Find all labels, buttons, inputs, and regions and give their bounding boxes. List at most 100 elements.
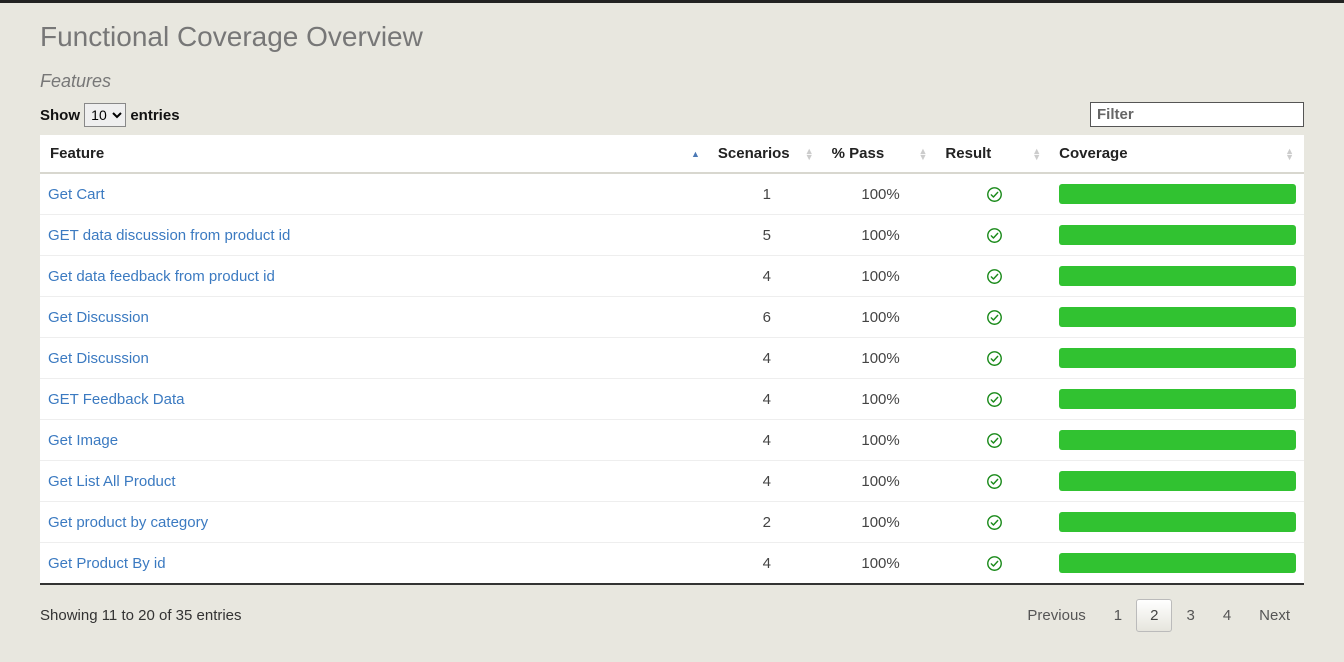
col-coverage[interactable]: Coverage ▲▼ xyxy=(1051,135,1304,173)
table-row: Get Cart1100% xyxy=(40,173,1304,215)
pagination-page-2[interactable]: 2 xyxy=(1136,599,1172,632)
result-cell xyxy=(937,215,1051,256)
feature-link[interactable]: Get Cart xyxy=(48,186,105,203)
feature-link[interactable]: Get Discussion xyxy=(48,309,149,326)
coverage-cell xyxy=(1051,338,1304,379)
pagination-next[interactable]: Next xyxy=(1245,599,1304,632)
check-circle-icon xyxy=(986,473,1003,490)
table-wrap: Feature ▲ Scenarios ▲▼ % Pass ▲▼ xyxy=(40,135,1304,585)
coverage-cell xyxy=(1051,502,1304,543)
sort-both-icon: ▲▼ xyxy=(1285,148,1294,160)
pass-cell: 100% xyxy=(824,502,938,543)
coverage-bar xyxy=(1059,430,1296,450)
check-circle-icon xyxy=(986,391,1003,408)
table-row: Get product by category2100% xyxy=(40,502,1304,543)
feature-cell: Get Product By id xyxy=(40,543,710,584)
pass-cell: 100% xyxy=(824,461,938,502)
coverage-cell xyxy=(1051,420,1304,461)
scenarios-cell: 4 xyxy=(710,379,824,420)
result-cell xyxy=(937,379,1051,420)
feature-link[interactable]: Get Discussion xyxy=(48,350,149,367)
feature-cell: Get product by category xyxy=(40,502,710,543)
controls-row: Show 10 entries xyxy=(40,102,1304,127)
table-row: Get Discussion6100% xyxy=(40,297,1304,338)
feature-cell: Get Discussion xyxy=(40,297,710,338)
pagination-page-3[interactable]: 3 xyxy=(1172,599,1208,632)
table-row: GET data discussion from product id 5100% xyxy=(40,215,1304,256)
main-container: Functional Coverage Overview Features Sh… xyxy=(0,3,1344,662)
pass-cell: 100% xyxy=(824,215,938,256)
coverage-bar xyxy=(1059,184,1296,204)
result-cell xyxy=(937,297,1051,338)
col-scenarios[interactable]: Scenarios ▲▼ xyxy=(710,135,824,173)
feature-link[interactable]: Get List All Product xyxy=(48,473,176,490)
page-title: Functional Coverage Overview xyxy=(40,21,1304,53)
check-circle-icon xyxy=(986,432,1003,449)
show-suffix: entries xyxy=(130,107,179,124)
coverage-bar xyxy=(1059,389,1296,409)
coverage-cell xyxy=(1051,173,1304,215)
pass-cell: 100% xyxy=(824,420,938,461)
filter-input[interactable] xyxy=(1090,102,1304,127)
pagination-page-1[interactable]: 1 xyxy=(1100,599,1136,632)
col-pass-label: % Pass xyxy=(832,145,885,162)
pagination-page-4[interactable]: 4 xyxy=(1209,599,1245,632)
check-circle-icon xyxy=(986,555,1003,572)
scenarios-cell: 4 xyxy=(710,338,824,379)
feature-cell: GET Feedback Data xyxy=(40,379,710,420)
check-circle-icon xyxy=(986,268,1003,285)
footer-row: Showing 11 to 20 of 35 entries Previous1… xyxy=(40,599,1304,632)
sort-both-icon: ▲▼ xyxy=(1032,148,1041,160)
scenarios-cell: 4 xyxy=(710,256,824,297)
col-pass[interactable]: % Pass ▲▼ xyxy=(824,135,938,173)
feature-link[interactable]: Get Product By id xyxy=(48,555,166,572)
coverage-bar xyxy=(1059,307,1296,327)
feature-link[interactable]: Get Image xyxy=(48,432,118,449)
scenarios-cell: 4 xyxy=(710,543,824,584)
feature-link[interactable]: Get data feedback from product id xyxy=(48,268,275,285)
coverage-cell xyxy=(1051,379,1304,420)
filter-box xyxy=(1090,102,1304,127)
result-cell xyxy=(937,502,1051,543)
feature-cell: GET data discussion from product id xyxy=(40,215,710,256)
feature-cell: Get Cart xyxy=(40,173,710,215)
table-row: Get Image 4100% xyxy=(40,420,1304,461)
scenarios-cell: 5 xyxy=(710,215,824,256)
scenarios-cell: 4 xyxy=(710,461,824,502)
sort-both-icon: ▲▼ xyxy=(919,148,928,160)
col-scenarios-label: Scenarios xyxy=(718,145,790,162)
table-row: GET Feedback Data4100% xyxy=(40,379,1304,420)
col-feature[interactable]: Feature ▲ xyxy=(40,135,710,173)
coverage-bar xyxy=(1059,512,1296,532)
scenarios-cell: 4 xyxy=(710,420,824,461)
sort-both-icon: ▲▼ xyxy=(805,148,814,160)
page-size-select[interactable]: 10 xyxy=(84,103,126,127)
coverage-bar xyxy=(1059,348,1296,368)
col-result[interactable]: Result ▲▼ xyxy=(937,135,1051,173)
section-heading: Features xyxy=(40,71,1304,92)
feature-link[interactable]: GET Feedback Data xyxy=(48,391,184,408)
result-cell xyxy=(937,461,1051,502)
features-table: Feature ▲ Scenarios ▲▼ % Pass ▲▼ xyxy=(40,135,1304,583)
coverage-cell xyxy=(1051,256,1304,297)
check-circle-icon xyxy=(986,186,1003,203)
feature-cell: Get Discussion xyxy=(40,338,710,379)
result-cell xyxy=(937,256,1051,297)
pass-cell: 100% xyxy=(824,173,938,215)
col-result-label: Result xyxy=(945,145,991,162)
feature-cell: Get data feedback from product id xyxy=(40,256,710,297)
coverage-cell xyxy=(1051,461,1304,502)
scenarios-cell: 6 xyxy=(710,297,824,338)
coverage-bar xyxy=(1059,471,1296,491)
feature-link[interactable]: Get product by category xyxy=(48,514,208,531)
sort-asc-icon: ▲ xyxy=(691,151,700,157)
table-row: Get data feedback from product id4100% xyxy=(40,256,1304,297)
pass-cell: 100% xyxy=(824,543,938,584)
coverage-cell xyxy=(1051,543,1304,584)
pagination-previous[interactable]: Previous xyxy=(1013,599,1099,632)
feature-link[interactable]: GET data discussion from product id xyxy=(48,227,290,244)
table-row: Get Product By id 4100% xyxy=(40,543,1304,584)
result-cell xyxy=(937,420,1051,461)
feature-cell: Get List All Product xyxy=(40,461,710,502)
coverage-bar xyxy=(1059,225,1296,245)
